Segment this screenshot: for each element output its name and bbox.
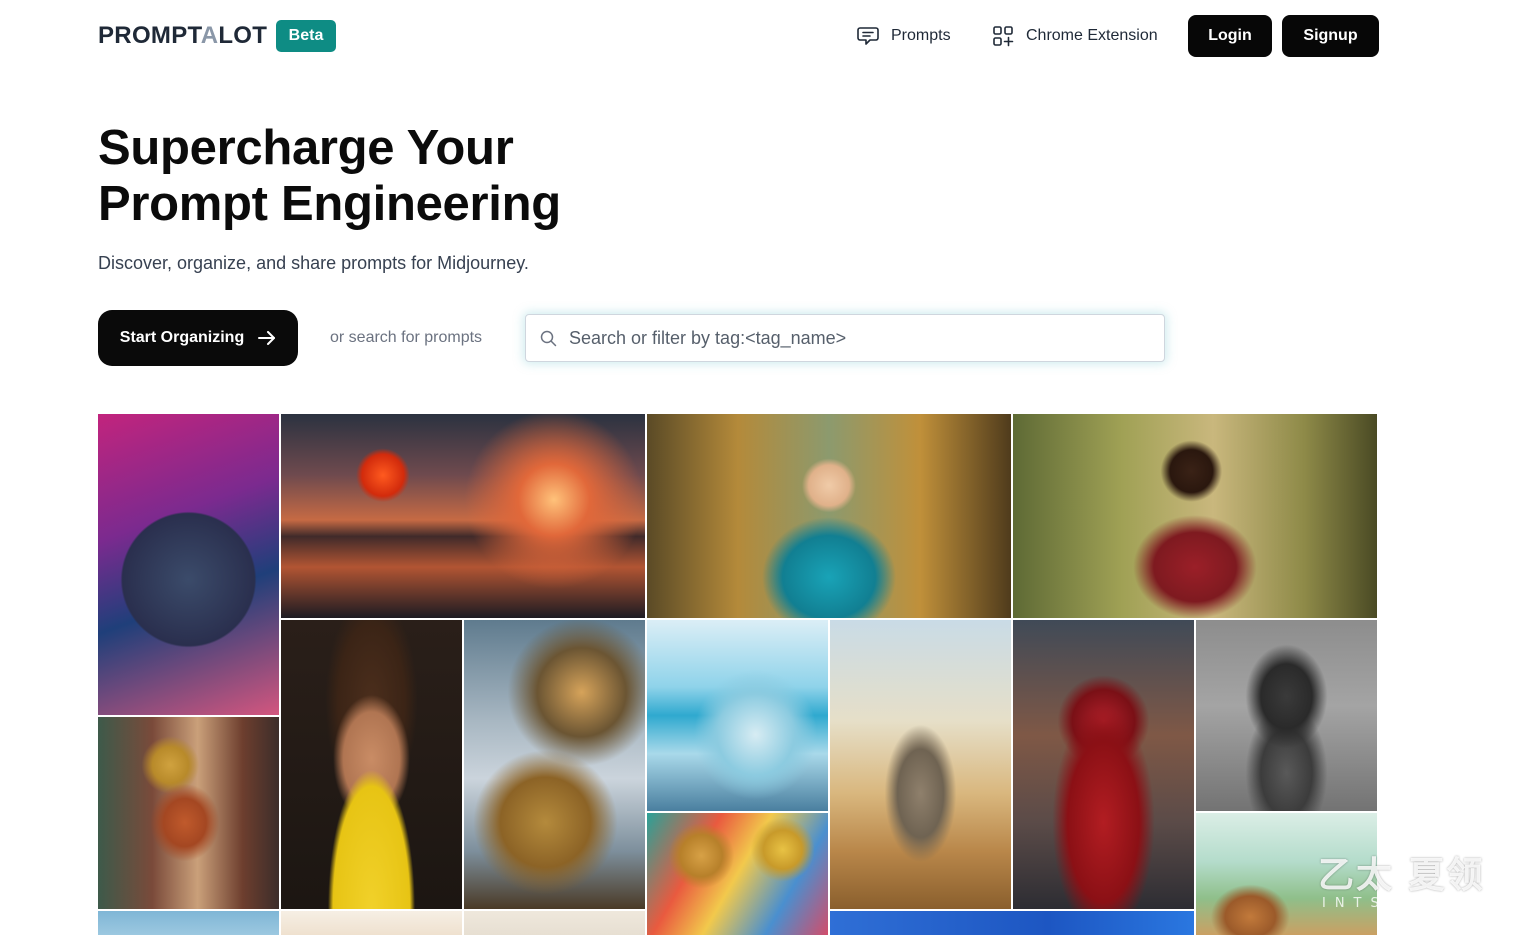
nav-prompts-link[interactable]: Prompts: [857, 24, 951, 48]
or-search-text: or search for prompts: [330, 329, 483, 346]
search-input[interactable]: [567, 326, 1131, 350]
prompt-image-gallery: [98, 414, 1378, 935]
logo-prefix: PROMPT: [98, 22, 201, 49]
gallery-image-guitar-players[interactable]: [647, 813, 828, 935]
signup-button[interactable]: Signup: [1282, 15, 1379, 57]
gallery-image-husky-field[interactable]: [830, 620, 1011, 909]
arrow-right-icon: [258, 331, 276, 345]
start-organizing-label: Start Organizing: [119, 329, 245, 346]
beta-badge: Beta: [276, 20, 336, 52]
hero-title: Supercharge Your Prompt Engineering: [98, 120, 798, 232]
start-organizing-button[interactable]: Start Organizing: [98, 310, 298, 366]
prompt-search-box[interactable]: [525, 314, 1165, 362]
gallery-image-anime-girl-ocean[interactable]: [647, 620, 828, 811]
nav-chrome-extension-link[interactable]: Chrome Extension: [992, 24, 1158, 48]
gallery-image-partial[interactable]: [98, 911, 279, 935]
gallery-image-partial[interactable]: [464, 911, 645, 935]
gallery-image-village[interactable]: [1196, 813, 1377, 935]
gallery-image-iron-man[interactable]: [1013, 620, 1194, 909]
promptalot-logo[interactable]: PROMPTALOT: [98, 22, 267, 50]
top-nav: PROMPTALOT Beta Prompts Chrome Extension…: [0, 0, 1534, 72]
hero-title-line-2: Prompt Engineering: [98, 177, 561, 231]
hero-title-line-1: Supercharge Your: [98, 121, 514, 175]
nav-chrome-extension-label: Chrome Extension: [1026, 27, 1158, 44]
gallery-image-headphones-girl[interactable]: [647, 414, 1011, 618]
logo-suffix: LOT: [218, 22, 268, 49]
search-icon: [540, 330, 557, 346]
gallery-image-lantern-sunset[interactable]: [281, 414, 645, 618]
chat-bubble-icon: [857, 27, 879, 45]
hero-subtitle: Discover, organize, and share prompts fo…: [98, 253, 529, 273]
gallery-image-ornate-head[interactable]: [464, 620, 645, 909]
gallery-image-partial[interactable]: [281, 911, 462, 935]
gallery-image-partial[interactable]: [830, 911, 1194, 935]
gallery-image-hooded-statue[interactable]: [1196, 620, 1377, 811]
gallery-image-duck-character[interactable]: [98, 717, 279, 909]
logo-accent: A: [200, 22, 219, 49]
login-button[interactable]: Login: [1188, 15, 1272, 57]
grid-plus-icon: [993, 26, 1014, 47]
gallery-image-raccoon[interactable]: [98, 414, 279, 715]
gallery-image-jogging-man[interactable]: [1013, 414, 1377, 618]
nav-prompts-label: Prompts: [891, 27, 951, 44]
gallery-image-curly-hair-man[interactable]: [281, 620, 462, 909]
